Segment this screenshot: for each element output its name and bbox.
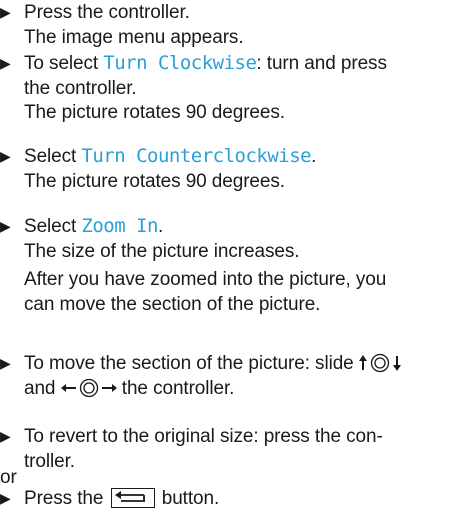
tail-block: ▶ Press the button. <box>0 0 457 509</box>
bullet-icon: ▶ <box>0 490 11 506</box>
step-7-prefix: Press the <box>24 488 109 509</box>
step-7-instruction: Press the button. <box>24 487 219 510</box>
back-button-icon <box>110 488 155 508</box>
step-7-suffix: button. <box>156 488 220 509</box>
